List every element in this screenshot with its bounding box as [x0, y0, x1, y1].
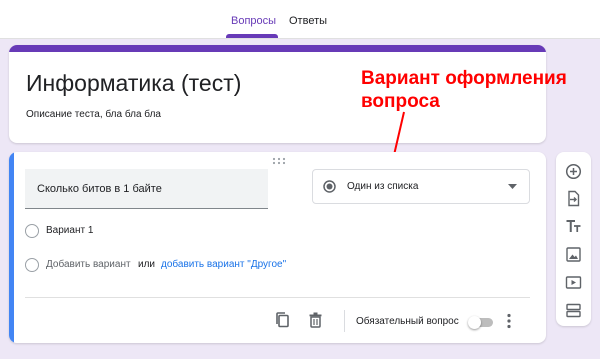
question-card[interactable]: Сколько битов в 1 байте Один из списка В… — [9, 152, 546, 343]
add-option-row: Добавить вариант или добавить вариант "Д… — [25, 258, 325, 272]
import-icon[interactable] — [565, 190, 582, 207]
footer-separator — [344, 310, 345, 332]
title-icon[interactable] — [565, 218, 582, 235]
floating-toolbar — [556, 152, 591, 326]
required-toggle[interactable] — [468, 316, 493, 329]
annotation-text: Вариант оформления вопроса — [361, 67, 567, 113]
add-other-button[interactable]: добавить вариант "Другое" — [161, 259, 286, 270]
add-option-button[interactable]: Добавить вариант — [46, 259, 131, 270]
trash-icon[interactable] — [309, 312, 322, 328]
question-type-select[interactable]: Один из списка — [312, 169, 530, 204]
tab-questions[interactable]: Вопросы — [231, 15, 276, 27]
annotation-line-1: Вариант оформления — [361, 68, 567, 89]
question-text-input[interactable]: Сколько битов в 1 байте — [25, 169, 268, 209]
video-icon[interactable] — [565, 274, 582, 291]
drag-handle-icon[interactable] — [272, 157, 286, 165]
image-icon[interactable] — [565, 246, 582, 263]
add-circle-icon[interactable] — [565, 163, 582, 180]
option-radio — [25, 258, 39, 272]
active-question-bar — [9, 152, 14, 343]
toggle-knob — [468, 316, 481, 329]
top-bar: Вопросы Ответы — [0, 0, 600, 39]
form-title[interactable]: Информатика (тест) — [26, 70, 241, 97]
footer-divider — [25, 297, 530, 298]
option-row[interactable]: Вариант 1 — [25, 224, 125, 238]
theme-strip — [9, 45, 546, 52]
copy-icon[interactable] — [275, 312, 290, 328]
radio-checked-icon — [323, 180, 336, 193]
section-icon[interactable] — [565, 302, 582, 319]
tab-responses[interactable]: Ответы — [289, 15, 327, 27]
or-text: или — [138, 259, 156, 270]
active-tab-indicator — [226, 34, 278, 38]
option-radio — [25, 224, 39, 238]
more-vert-icon[interactable] — [506, 313, 512, 329]
question-text: Сколько битов в 1 байте — [37, 183, 162, 195]
form-description[interactable]: Описание теста, бла бла бла — [26, 109, 161, 120]
dropdown-arrow-icon — [508, 184, 517, 189]
question-type-label: Один из списка — [347, 181, 419, 192]
required-label: Обязательный вопрос — [356, 316, 459, 327]
option-label[interactable]: Вариант 1 — [46, 225, 93, 236]
